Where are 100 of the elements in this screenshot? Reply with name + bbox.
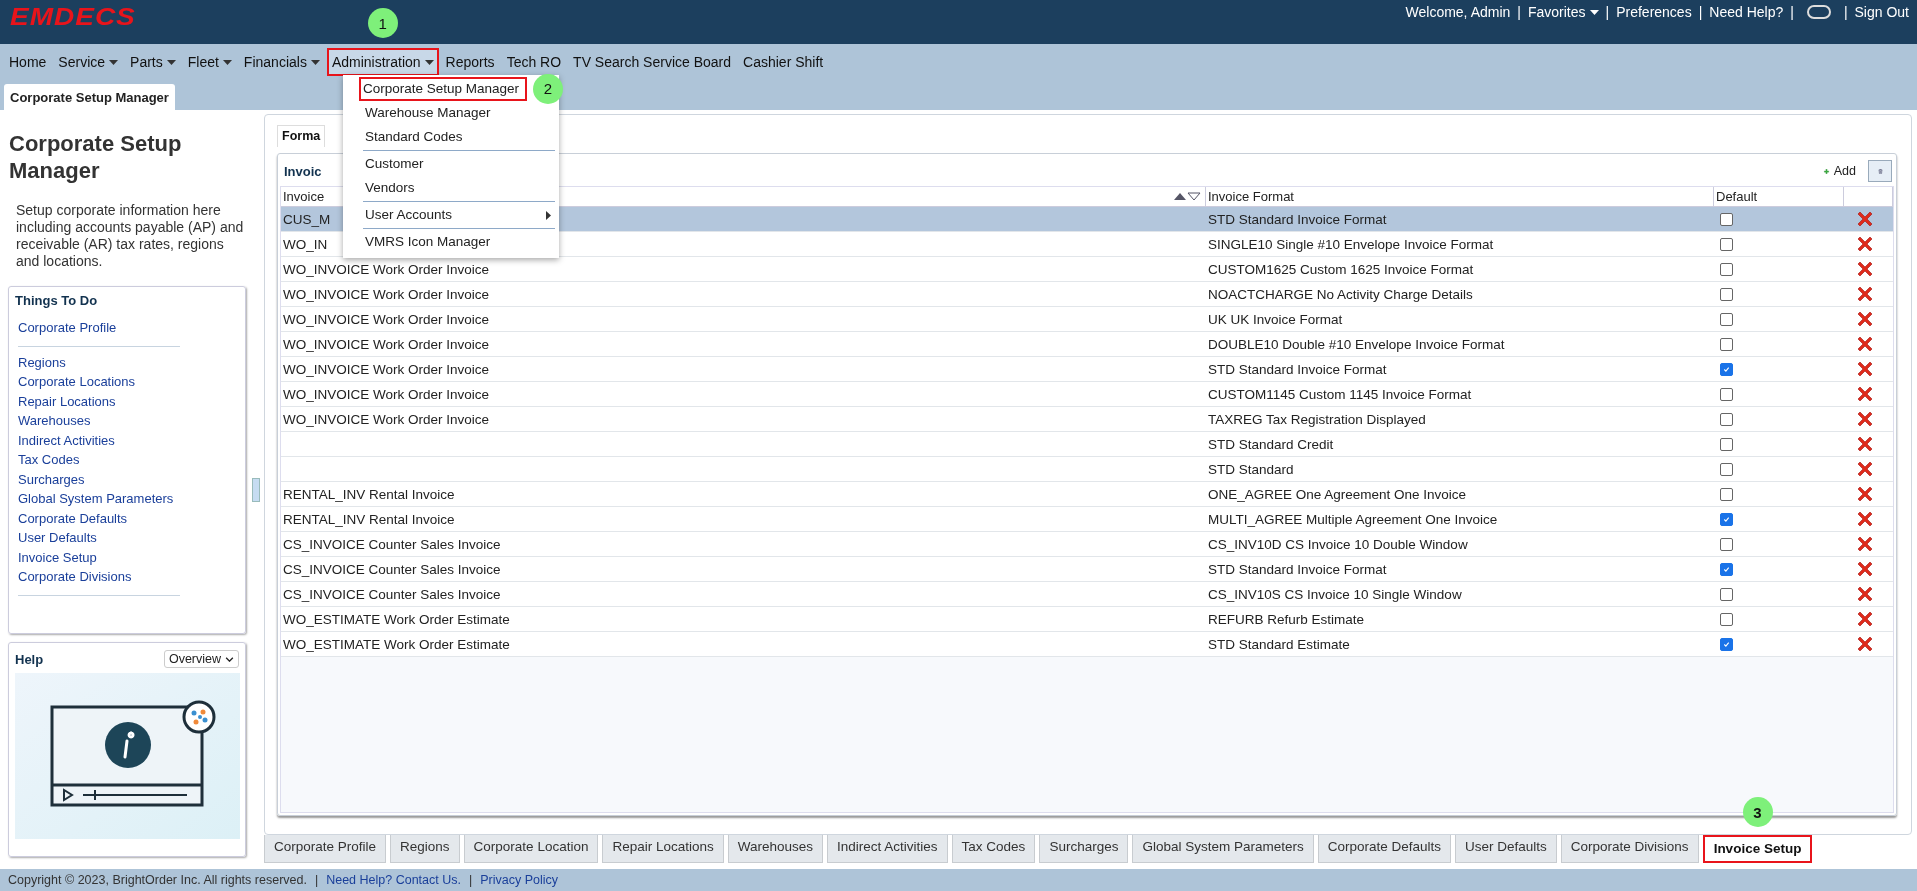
- delete-icon[interactable]: [1858, 637, 1872, 651]
- table-row[interactable]: RENTAL_INV Rental Invoice MULTI_AGREE Multiple Agreement One Invoice: [281, 507, 1893, 532]
- default-checkbox[interactable]: [1720, 562, 1733, 576]
- sidebar-link[interactable]: Indirect Activities: [18, 430, 115, 450]
- sidebar-link[interactable]: Corporate Divisions: [18, 567, 132, 587]
- default-checkbox[interactable]: [1720, 437, 1733, 451]
- sidebar-link[interactable]: Corporate Profile: [18, 318, 117, 338]
- delete-icon[interactable]: [1858, 337, 1872, 351]
- delete-icon[interactable]: [1858, 612, 1872, 626]
- menu-item[interactable]: Standard Codes: [342, 125, 559, 149]
- default-checkbox[interactable]: [1720, 537, 1733, 551]
- sort-icon[interactable]: [1173, 192, 1201, 201]
- default-checkbox[interactable]: [1720, 312, 1733, 326]
- delete-icon[interactable]: [1858, 262, 1872, 276]
- default-checkbox[interactable]: [1720, 262, 1733, 276]
- menu-item[interactable]: Customer: [342, 152, 559, 176]
- delete-icon[interactable]: [1858, 512, 1872, 526]
- table-row[interactable]: STD Standard Credit: [281, 432, 1893, 457]
- bottom-tab[interactable]: Global System Parameters: [1132, 835, 1314, 863]
- delete-icon[interactable]: [1858, 487, 1872, 501]
- sidebar-link[interactable]: Corporate Defaults: [18, 508, 128, 528]
- bottom-tab[interactable]: Corporate Location: [463, 835, 599, 863]
- default-checkbox[interactable]: [1720, 237, 1733, 251]
- header-link[interactable]: Preferences: [1616, 4, 1692, 20]
- footer-link[interactable]: Need Help? Contact Us.: [326, 873, 461, 887]
- default-checkbox[interactable]: [1720, 637, 1733, 651]
- table-row[interactable]: CS_INVOICE Counter Sales Invoice CS_INV10D CS Invoice 10 Double Window: [281, 532, 1893, 557]
- delete-icon[interactable]: [1858, 412, 1872, 426]
- bottom-tab[interactable]: Tax Codes: [951, 835, 1036, 863]
- sidebar-link[interactable]: Warehouses: [18, 411, 91, 431]
- add-button[interactable]: Add: [1821, 164, 1856, 178]
- bottom-tab[interactable]: Regions: [390, 835, 460, 863]
- table-row[interactable]: WO_INVOICE Work Order Invoice CUSTOM1145 Custom 1145 Invoice Format: [281, 382, 1893, 407]
- favorites-menu[interactable]: Favorites: [1527, 4, 1599, 20]
- delete-icon[interactable]: [1858, 312, 1872, 326]
- delete-icon[interactable]: [1858, 362, 1872, 376]
- bottom-tab[interactable]: Corporate Profile: [264, 835, 387, 863]
- help-video-drawing[interactable]: [15, 673, 240, 839]
- default-checkbox[interactable]: [1720, 212, 1733, 226]
- table-row[interactable]: WO_ESTIMATE Work Order Estimate REFURB Refurb Estimate: [281, 607, 1893, 632]
- default-checkbox[interactable]: [1720, 287, 1733, 301]
- sidebar-link[interactable]: Surcharges: [18, 469, 85, 489]
- table-row[interactable]: WO_INVOICE Work Order Invoice NOACTCHARGE No Activity Charge Details: [281, 282, 1893, 307]
- table-row[interactable]: WO_INVOICE Work Order Invoice UK UK Invoice Format: [281, 307, 1893, 332]
- delete-icon[interactable]: [1858, 562, 1872, 576]
- default-checkbox[interactable]: [1720, 462, 1733, 476]
- delete-icon[interactable]: [1858, 437, 1872, 451]
- table-row[interactable]: WO_INVOICE Work Order Invoice CUSTOM1625 Custom 1625 Invoice Format: [281, 257, 1893, 282]
- table-row[interactable]: WO_INVOICE Work Order Invoice TAXREG Tax Registration Displayed: [281, 407, 1893, 432]
- footer-link[interactable]: Privacy Policy: [480, 873, 559, 887]
- default-checkbox[interactable]: [1720, 337, 1733, 351]
- table-row[interactable]: RENTAL_INV Rental Invoice ONE_AGREE One Agreement One Invoice: [281, 482, 1893, 507]
- sidebar-link[interactable]: Repair Locations: [18, 391, 116, 411]
- nav-menu-item[interactable]: TV Search Service Board: [568, 48, 737, 76]
- default-checkbox[interactable]: [1720, 587, 1733, 601]
- nav-menu-item[interactable]: Parts: [125, 48, 181, 76]
- sidebar-link[interactable]: Global System Parameters: [18, 489, 174, 509]
- pill-icon[interactable]: [1806, 5, 1831, 19]
- delete-icon[interactable]: [1858, 387, 1872, 401]
- default-checkbox[interactable]: [1720, 487, 1733, 501]
- default-checkbox[interactable]: [1720, 612, 1733, 626]
- sidebar-link[interactable]: User Defaults: [18, 528, 97, 548]
- nav-menu-item[interactable]: Financials: [238, 48, 325, 76]
- header-link[interactable]: Sign Out: [1854, 4, 1909, 20]
- nav-menu-item[interactable]: Reports: [440, 48, 500, 76]
- bottom-tab[interactable]: Warehouses: [727, 835, 824, 863]
- table-row[interactable]: WO_INVOICE Work Order Invoice DOUBLE10 Double #10 Envelope Invoice Format: [281, 332, 1893, 357]
- default-checkbox[interactable]: [1720, 412, 1733, 426]
- column-header[interactable]: Default: [1714, 187, 1844, 206]
- table-row[interactable]: STD Standard: [281, 457, 1893, 482]
- overview-dropdown[interactable]: Overview: [163, 650, 239, 668]
- table-row[interactable]: WO_INVOICE Work Order Invoice STD Standard Invoice Format: [281, 357, 1893, 382]
- delete-icon[interactable]: [1858, 537, 1872, 551]
- sidebar-link[interactable]: Tax Codes: [18, 450, 80, 470]
- header-link[interactable]: Need Help?: [1709, 4, 1784, 20]
- collapse-handle[interactable]: [252, 477, 260, 502]
- default-checkbox[interactable]: [1720, 362, 1733, 376]
- bottom-tab[interactable]: Indirect Activities: [827, 835, 948, 863]
- nav-menu-item[interactable]: Cashier Shift: [738, 48, 829, 76]
- nav-menu-item[interactable]: Fleet: [182, 48, 237, 76]
- delete-icon[interactable]: [1858, 587, 1872, 601]
- menu-item[interactable]: VMRS Icon Manager: [342, 230, 559, 254]
- table-row[interactable]: WO_ESTIMATE Work Order Estimate STD Standard Estimate: [281, 632, 1893, 657]
- nav-menu-item[interactable]: Home: [4, 48, 52, 76]
- page-tab[interactable]: Corporate Setup Manager: [4, 84, 175, 110]
- bottom-tab[interactable]: Corporate Defaults: [1317, 835, 1452, 863]
- delete-icon[interactable]: [1858, 462, 1872, 476]
- bottom-tab[interactable]: Repair Locations: [602, 835, 724, 863]
- nav-menu-item[interactable]: Service: [53, 48, 124, 76]
- table-row[interactable]: CS_INVOICE Counter Sales Invoice STD Standard Invoice Format: [281, 557, 1893, 582]
- nav-menu-item[interactable]: Administration: [326, 48, 439, 76]
- bottom-tab[interactable]: Surcharges: [1039, 835, 1129, 863]
- default-checkbox[interactable]: [1720, 512, 1733, 526]
- bottom-tab[interactable]: User Defaults: [1455, 835, 1557, 863]
- column-header[interactable]: Invoice Format: [1206, 187, 1714, 206]
- nav-menu-item[interactable]: Tech RO: [501, 48, 567, 76]
- bottom-tab[interactable]: Corporate Divisions: [1560, 835, 1699, 863]
- default-checkbox[interactable]: [1720, 387, 1733, 401]
- menu-item[interactable]: Warehouse Manager: [342, 101, 559, 125]
- sidebar-link[interactable]: Corporate Locations: [18, 372, 136, 392]
